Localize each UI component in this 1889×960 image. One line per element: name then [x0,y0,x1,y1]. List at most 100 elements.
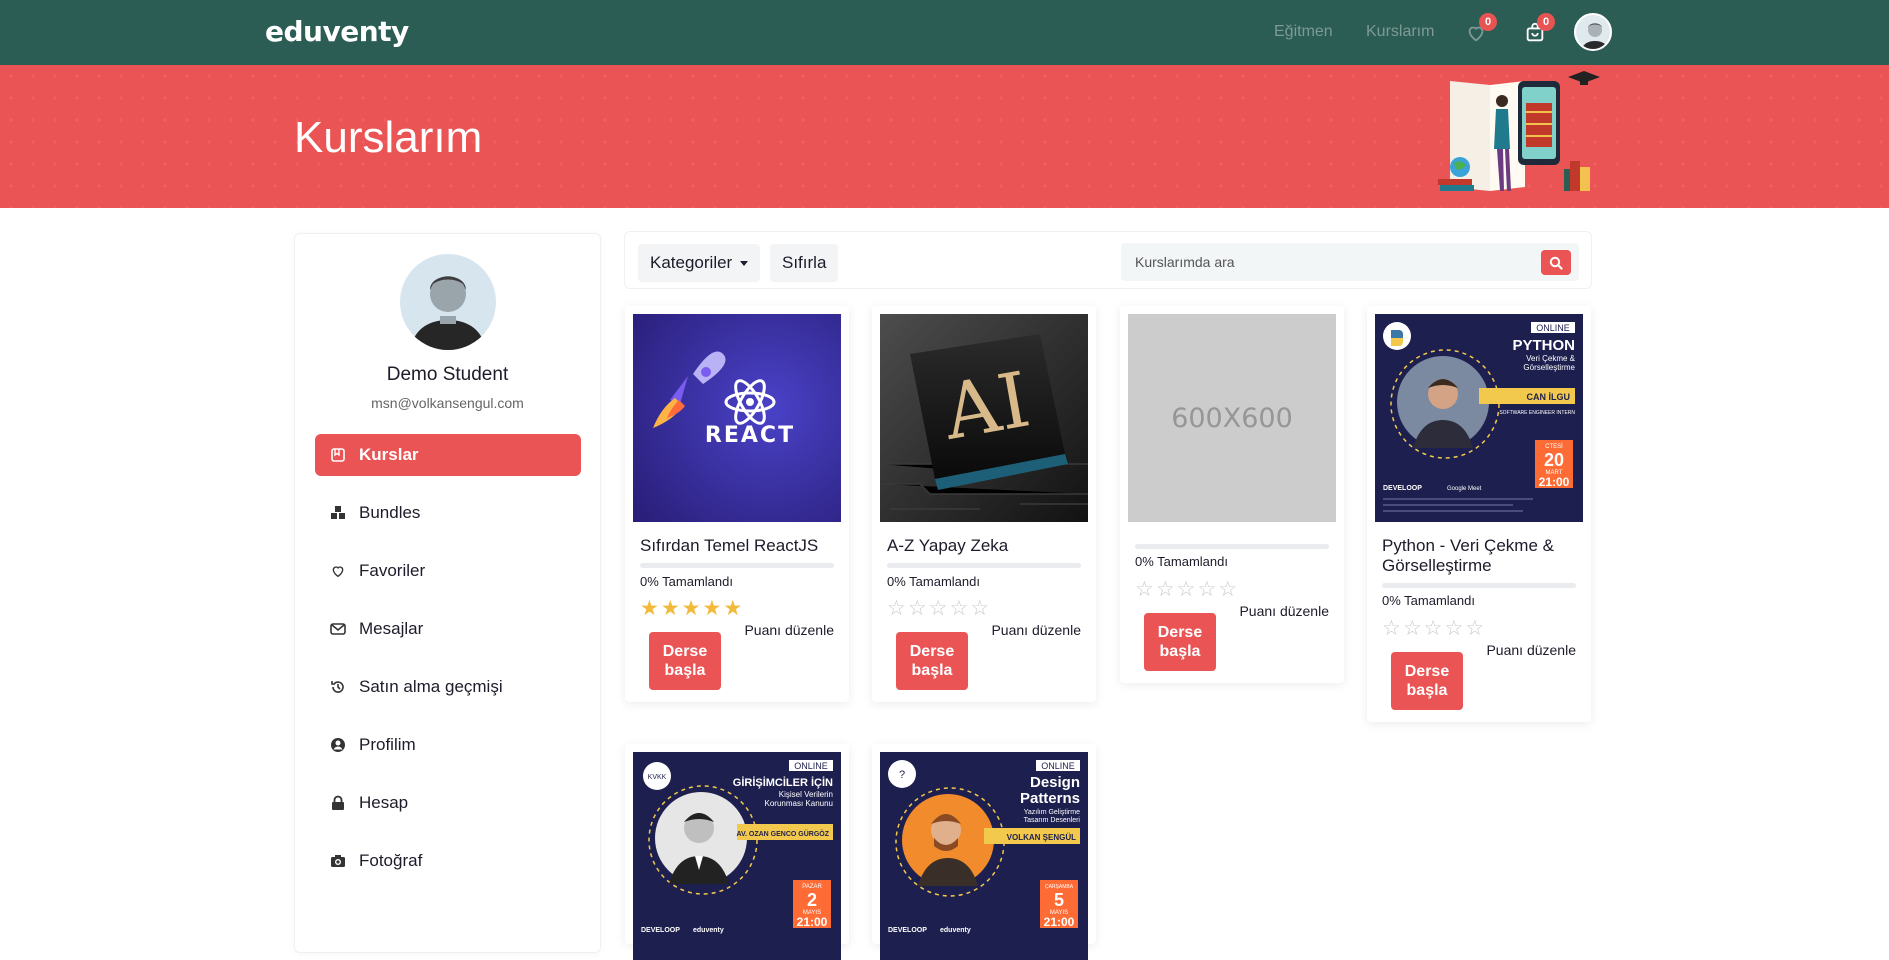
hero-pattern [0,65,1889,208]
course-search [1121,243,1579,281]
sidebar-item-label: Profilim [359,735,416,754]
rating-stars[interactable]: ★ ★ ★ ★ ★ [640,598,742,619]
edit-rating-link[interactable]: Puanı düzenle [744,622,834,638]
star-icon[interactable]: ☆ [1135,579,1154,600]
sidebar-item-label: Kurslar [359,445,419,464]
course-thumbnail[interactable]: ONLINE PYTHON Veri Çekme & Görselleştirm… [1375,314,1583,522]
categories-label: Kategoriler [650,253,733,272]
sidebar-item-favorites[interactable]: Favoriler [315,550,581,592]
progress-bar [640,563,834,568]
progress-bar [1382,583,1576,588]
progress-bar [1135,544,1329,549]
course-title[interactable]: Python - Veri Çekme & Görselleştirme [1382,536,1582,576]
star-icon[interactable]: ☆ [1465,618,1484,639]
sidebar-item-profile[interactable]: Profilim [315,724,581,766]
course-thumbnail[interactable]: AI [880,314,1088,522]
thumb-subtitle: Görselleştirme [1523,363,1575,372]
sidebar-item-account[interactable]: Hesap [315,782,581,824]
sidebar-item-bundles[interactable]: Bundles [315,492,581,534]
course-title[interactable]: Sıfırdan Temel ReactJS [640,536,840,556]
thumb-subtitle: Korunması Kanunu [765,799,834,808]
star-icon[interactable]: ★ [682,598,701,619]
thumb-date: 5 [1054,890,1064,910]
sidebar-item-photo[interactable]: Fotoğraf [315,840,581,882]
star-icon[interactable]: ☆ [1156,579,1175,600]
thumb-subtitle: Tasarım Desenleri [1024,817,1081,824]
thumb-partner: eduventy [940,927,971,934]
star-icon[interactable]: ☆ [1424,618,1443,639]
course-card[interactable]: REACT Sıfırdan Temel ReactJS 0% Tamamlan… [625,306,849,702]
user-circle-icon [329,736,347,754]
thumb-date: 2 [807,890,817,910]
thumb-title: Patterns [1020,790,1080,807]
star-icon[interactable]: ☆ [887,598,906,619]
star-icon[interactable]: ☆ [1177,579,1196,600]
course-card[interactable]: KVKK ONLINE GİRİŞİMCİLER İÇİN Kişisel Ve… [625,744,849,960]
star-icon[interactable]: ☆ [949,598,968,619]
star-icon[interactable]: ★ [661,598,680,619]
progress-text: 0% Tamamlandı [1382,593,1475,608]
star-icon[interactable]: ★ [723,598,742,619]
thumb-subtitle: Kişisel Verilerin [779,790,833,799]
nav-link-my-courses[interactable]: Kurslarım [1366,23,1434,41]
search-input[interactable] [1121,243,1521,281]
star-icon[interactable]: ☆ [970,598,989,619]
star-icon[interactable]: ☆ [929,598,948,619]
star-icon[interactable]: ☆ [1382,618,1401,639]
course-thumbnail[interactable]: KVKK ONLINE GİRİŞİMCİLER İÇİN Kişisel Ve… [633,752,841,960]
star-icon[interactable]: ☆ [1403,618,1422,639]
course-thumbnail[interactable]: 600X600 [1128,314,1336,522]
cart-count-badge: 0 [1537,13,1555,31]
course-card[interactable]: 600X600 0% Tamamlandı ☆ ☆ ☆ ☆ ☆ Puanı düzenl… [1120,306,1344,683]
rating-stars[interactable]: ☆ ☆ ☆ ☆ ☆ [887,598,989,619]
nav-link-instructor[interactable]: Eğitmen [1274,23,1333,41]
rating-stars[interactable]: ☆ ☆ ☆ ☆ ☆ [1382,618,1484,639]
star-icon[interactable]: ☆ [908,598,927,619]
thumb-text: REACT [705,423,795,448]
course-title[interactable]: A-Z Yapay Zeka [887,536,1087,556]
thumb-time: 21:00 [1539,475,1570,489]
course-thumbnail[interactable]: ? ONLINE Design Patterns Yazılım Gelişti… [880,752,1088,960]
thumb-title: Design [1030,774,1080,791]
account-sidebar: Demo Student msn@volkansengul.com Kursla… [294,233,601,953]
star-icon[interactable]: ☆ [1444,618,1463,639]
star-icon[interactable]: ☆ [1197,579,1216,600]
star-icon[interactable]: ★ [640,598,659,619]
sidebar-item-messages[interactable]: Mesajlar [315,608,581,650]
progress-text: 0% Tamamlandı [640,574,733,589]
page-header-banner: Kurslarım [0,65,1889,208]
user-avatar[interactable] [1574,13,1612,51]
search-button[interactable] [1541,250,1571,275]
star-icon[interactable]: ★ [702,598,721,619]
start-course-button[interactable]: Derse başla [1144,613,1216,671]
edit-rating-link[interactable]: Puanı düzenle [991,622,1081,638]
course-card[interactable]: AI A-Z Yapay Zeka 0% Tamamlandı ☆ ☆ ☆ ☆ ☆ Pu… [872,306,1096,702]
thumb-tag: KVKK [648,774,667,781]
star-icon[interactable]: ☆ [1218,579,1237,600]
course-filter-bar: Kategoriler Sıfırla [624,231,1592,289]
sidebar-item-label: Bundles [359,503,421,522]
edit-rating-link[interactable]: Puanı düzenle [1239,603,1329,619]
start-course-button[interactable]: Derse başla [896,632,968,690]
sidebar-item-label: Satın alma geçmişi [359,677,503,696]
favorites-count-badge: 0 [1479,13,1497,31]
categories-dropdown[interactable]: Kategoriler [638,244,761,282]
thumb-org: DEVELOOP [888,927,927,934]
start-course-button[interactable]: Derse başla [1391,652,1463,710]
envelope-icon [329,620,347,638]
sidebar-item-purchase-history[interactable]: Satın alma geçmişi [315,666,581,708]
reset-filters-button[interactable]: Sıfırla [770,244,839,282]
edit-rating-link[interactable]: Puanı düzenle [1486,642,1576,658]
start-course-button[interactable]: Derse başla [649,632,721,690]
site-logo[interactable]: eduventy [265,15,409,48]
course-card[interactable]: ? ONLINE Design Patterns Yazılım Gelişti… [872,744,1096,960]
profile-avatar [400,254,496,350]
rating-stars[interactable]: ☆ ☆ ☆ ☆ ☆ [1135,579,1237,600]
course-card[interactable]: ONLINE PYTHON Veri Çekme & Görselleştirm… [1367,306,1591,722]
student-name: Demo Student [386,364,509,385]
sidebar-item-label: Hesap [359,793,409,812]
course-thumbnail[interactable]: REACT [633,314,841,522]
history-icon [329,678,347,696]
sidebar-item-courses[interactable]: Kurslar [315,434,581,476]
student-email: msn@volkansengul.com [371,395,524,411]
